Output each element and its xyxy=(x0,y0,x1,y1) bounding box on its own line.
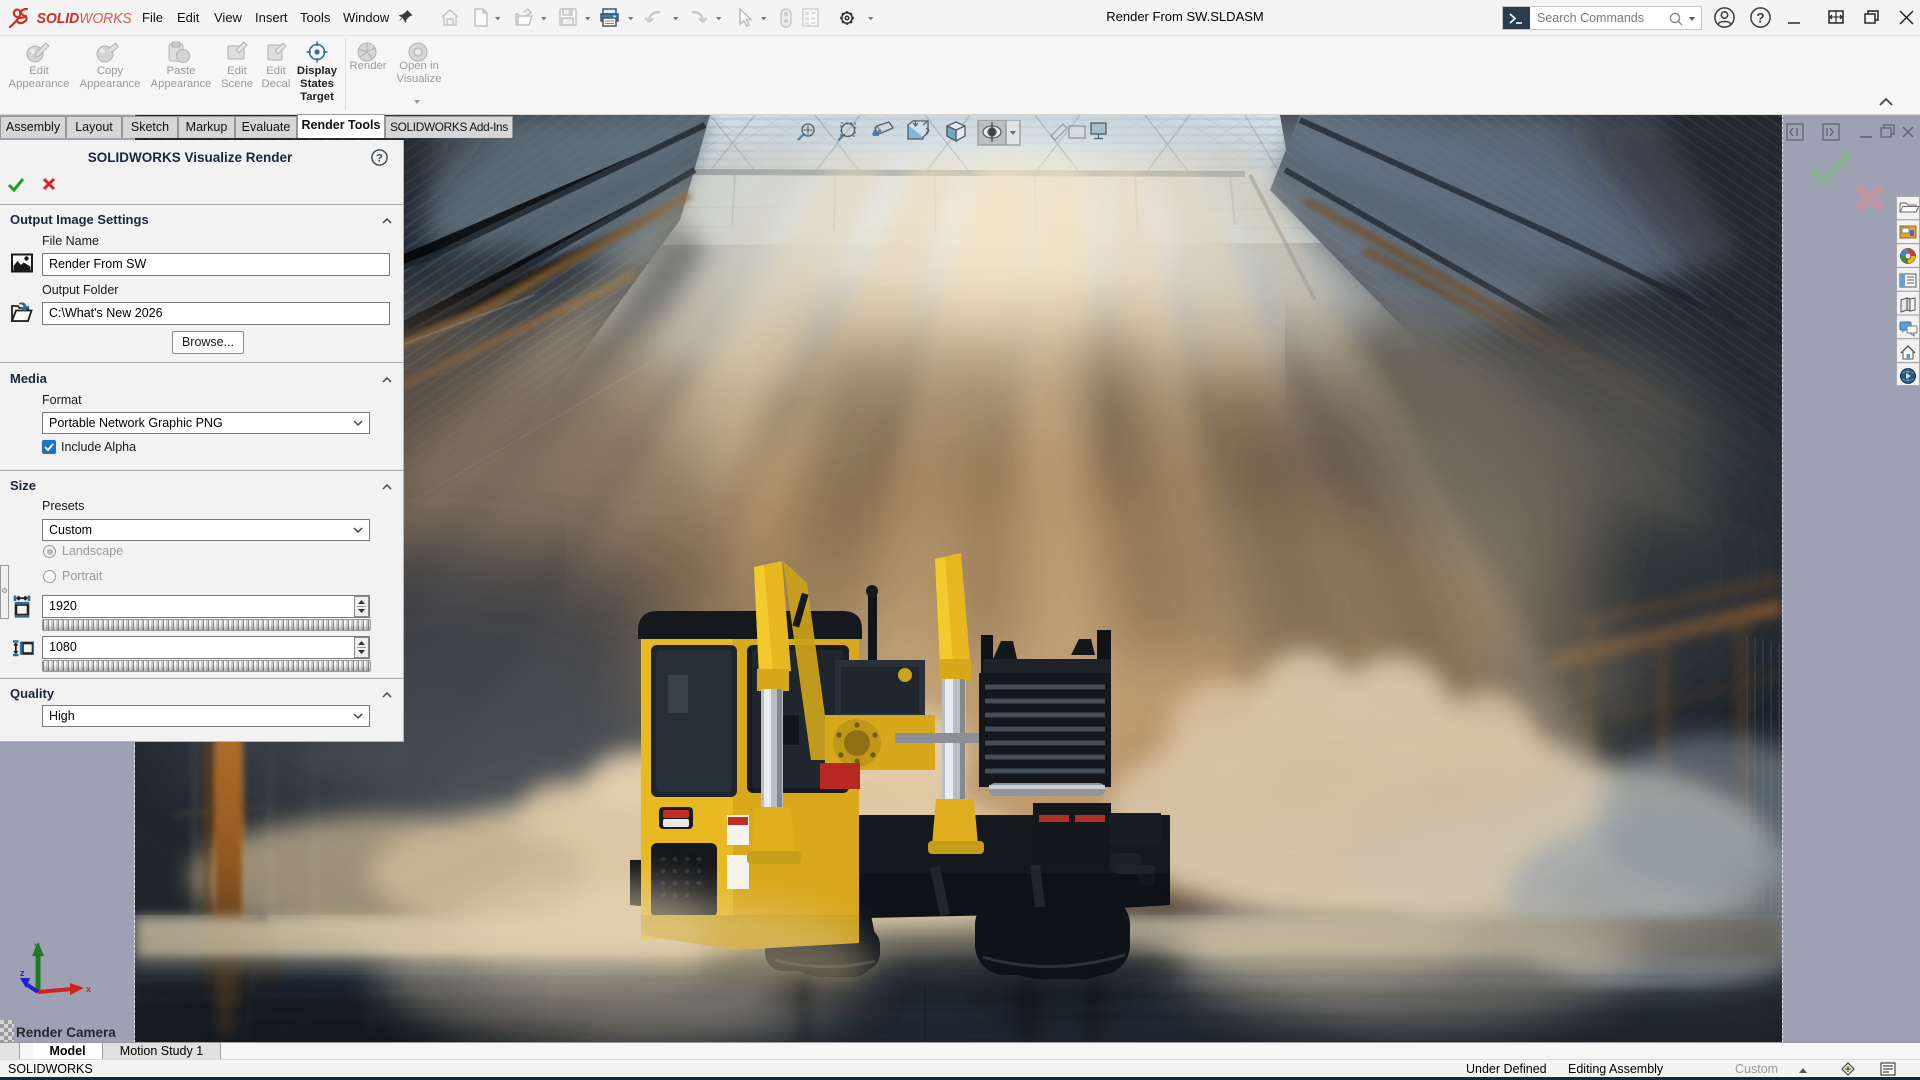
svg-text:z: z xyxy=(20,968,25,978)
svg-text:x: x xyxy=(86,984,91,994)
svg-text:?: ? xyxy=(1756,10,1764,25)
svg-text:SOLIDWORKS: SOLIDWORKS xyxy=(37,11,133,27)
svg-text:?: ? xyxy=(376,153,383,165)
svg-text:Y: Y xyxy=(34,942,40,952)
